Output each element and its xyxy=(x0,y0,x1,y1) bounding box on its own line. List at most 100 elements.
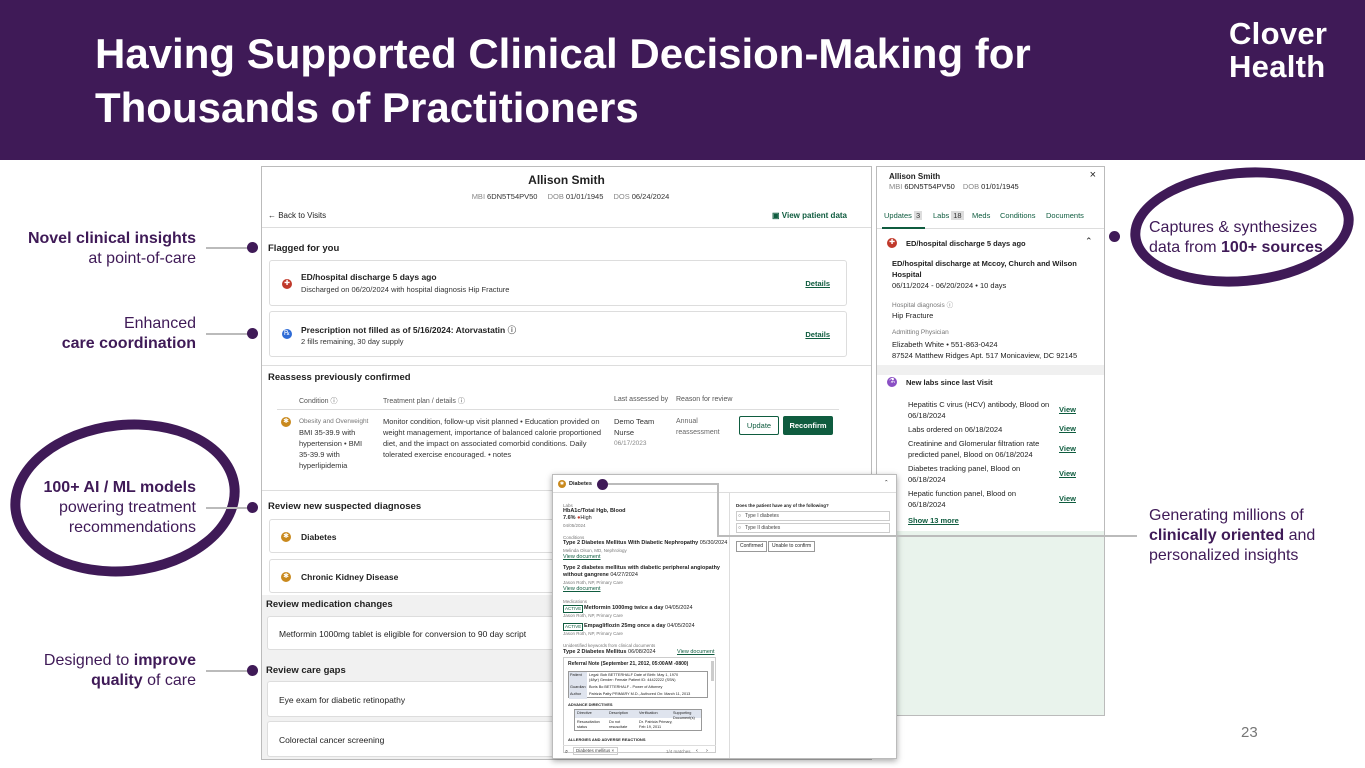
view-document-link[interactable]: View document xyxy=(563,586,601,593)
condition-line: BMI 35-39.9 with xyxy=(299,428,356,437)
confirm-question: Does the patient have any of the followi… xyxy=(736,503,829,508)
confirmed-button[interactable]: Confirmed xyxy=(736,541,768,552)
view-patient-data-link[interactable]: ▣ View patient data xyxy=(772,211,847,220)
condition-author: Jason Roth, NP, Primary Care xyxy=(563,580,623,585)
view-lab-link[interactable]: View xyxy=(1059,494,1076,503)
dos-value: 06/24/2024 xyxy=(631,192,670,201)
logo-line-2: Health xyxy=(1229,49,1326,84)
back-to-visits-link[interactable]: ← Back to Visits xyxy=(268,211,326,220)
medication-label: Metformin 1000mg tablet is eligible for … xyxy=(279,629,527,639)
dob-value: 01/01/1945 xyxy=(565,192,604,201)
medication-date: 04/05/2024 xyxy=(665,605,693,611)
lab-text: Labs ordered on 06/18/2024 xyxy=(908,425,1003,434)
condition-date: 04/27/2024 xyxy=(610,572,638,578)
chevron-up-icon[interactable]: ⌃ xyxy=(884,480,889,487)
condition-date: 05/30/2024 xyxy=(699,540,728,546)
patient-name: Allison Smith xyxy=(528,173,605,187)
show-more-link[interactable]: Show 13 more xyxy=(908,515,959,526)
annotation-line: powering treatment xyxy=(59,499,196,516)
callout-dot xyxy=(247,665,258,676)
tab-documents[interactable]: Documents xyxy=(1046,211,1084,220)
tab-conditions[interactable]: Conditions xyxy=(1000,211,1035,220)
medications-label: Medications xyxy=(563,599,588,604)
next-match-icon[interactable]: › xyxy=(706,748,708,755)
view-lab-link[interactable]: View xyxy=(1059,405,1076,414)
suspected-heading: Review new suspected diagnoses xyxy=(268,501,422,512)
table-header: Supporting Document(s) xyxy=(673,711,695,720)
condition-author: Melinda Olson, MD, Nephrology xyxy=(563,548,627,553)
suspected-label: Chronic Kidney Disease xyxy=(301,572,399,582)
row-value: Boris Bo BETTERHALF - Power of Attorney xyxy=(589,685,663,689)
condition-item: Type 2 Diabetes Mellitus With Diabetic N… xyxy=(563,540,727,547)
leader-line xyxy=(717,483,719,537)
option-type-1[interactable]: ○ Type I diabetes xyxy=(736,511,890,521)
callout-dot xyxy=(597,479,608,490)
suspect-icon: ✱ xyxy=(281,532,291,542)
lab-flag: High xyxy=(580,515,592,521)
logo-line-1: Clover xyxy=(1229,16,1328,51)
annotation-line: recommendations xyxy=(68,519,196,536)
document-icon: ▣ xyxy=(772,211,782,220)
chevron-up-icon[interactable]: ⌃ xyxy=(1085,236,1093,247)
lab-line: predicted panel, Blood on 06/18/2024 xyxy=(908,450,1033,459)
lab-text: Diabetes tracking panel, Blood on 06/18/2… xyxy=(908,463,1020,485)
lab-line: 06/18/2024 xyxy=(908,411,946,420)
option-type-2[interactable]: ○ Type II diabetes xyxy=(736,523,890,533)
plan-line: weight management, importance of balance… xyxy=(383,428,602,437)
info-icon[interactable]: ⓘ xyxy=(947,302,954,309)
divider xyxy=(553,492,896,493)
plan-line: diet, and the impact on associated comor… xyxy=(383,439,587,448)
view-document-link[interactable]: View document xyxy=(677,649,715,656)
row-value: Patrizia Patty PRIMARY M.D., Authored On… xyxy=(589,692,691,696)
close-icon[interactable]: × xyxy=(1090,169,1096,181)
annotation-line: personalized insights xyxy=(1149,547,1299,564)
pill-icon: ℞ xyxy=(282,329,292,339)
condition-line: hypertension • BMI xyxy=(299,439,363,448)
keyword-name: Type 2 Diabetes Mellitus xyxy=(563,649,627,655)
leader-line xyxy=(206,507,250,509)
view-document-link[interactable]: View document xyxy=(563,554,601,561)
previous-match-icon[interactable]: ‹ xyxy=(696,748,698,755)
assessed-date: 06/17/2023 xyxy=(614,440,647,447)
unable-to-confirm-button[interactable]: Unable to confirm xyxy=(768,541,816,552)
care-gaps-heading: Review care gaps xyxy=(266,665,346,676)
reconfirm-button[interactable]: Reconfirm xyxy=(783,416,833,435)
table-cell: Dr. Patricia Primary, Feb 19, 2011 xyxy=(639,720,673,729)
annotation-novel-insights: Novel clinical insights at point-of-care xyxy=(10,229,196,269)
annotation-bold: 100+ sources xyxy=(1221,239,1323,256)
annotation-text: and xyxy=(1284,527,1316,544)
referral-header-table: Patient Legal: Bob BETTERHALF Date of Bi… xyxy=(568,671,708,699)
advance-directives-heading: ADVANCE DIRECTIVES xyxy=(568,702,613,707)
flagged-heading: Flagged for you xyxy=(268,243,340,254)
info-icon[interactable]: ⓘ xyxy=(508,325,517,335)
medication-date: 04/05/2024 xyxy=(667,623,695,629)
annotation-captures-data: Captures & synthesizes data from 100+ so… xyxy=(1149,218,1349,258)
search-icon: ⌕ xyxy=(565,749,569,755)
details-link[interactable]: Details xyxy=(805,330,830,339)
hospital-icon: ✚ xyxy=(282,279,292,289)
view-lab-link[interactable]: View xyxy=(1059,469,1076,478)
dob-label: DOB xyxy=(547,192,564,201)
view-lab-link[interactable]: View xyxy=(1059,444,1076,453)
tab-meds[interactable]: Meds xyxy=(972,211,990,220)
info-icon[interactable]: ⓘ xyxy=(458,398,465,405)
tab-labs[interactable]: Labs 18 xyxy=(933,211,964,220)
info-icon[interactable]: ⓘ xyxy=(331,398,338,405)
details-link[interactable]: Details xyxy=(805,279,830,288)
table-cell: Do not resuscitate xyxy=(609,720,628,729)
leader-line xyxy=(206,333,250,335)
flagged-title: ED/hospital discharge 5 days ago xyxy=(301,272,437,282)
condition-name: Type 2 Diabetes Mellitus With Diabetic N… xyxy=(563,540,699,546)
annotation-text: data from xyxy=(1149,239,1222,256)
update-button[interactable]: Update xyxy=(739,416,779,435)
view-lab-link[interactable]: View xyxy=(1059,424,1076,433)
assessor-line: Nurse xyxy=(614,428,635,437)
search-term-chip[interactable]: Diabetes mellitus × xyxy=(573,747,618,755)
scrollbar[interactable] xyxy=(711,661,714,681)
lab-text: Hepatitis C virus (HCV) antibody, Blood … xyxy=(908,399,1049,421)
tab-updates[interactable]: Updates 3 xyxy=(884,211,923,220)
diagnosis-value: Hip Fracture xyxy=(892,311,934,320)
column-header-assessed: Last assessed by xyxy=(614,396,669,403)
suspect-icon: ✱ xyxy=(281,417,291,427)
lab-line: Diabetes tracking panel, Blood on xyxy=(908,464,1021,473)
